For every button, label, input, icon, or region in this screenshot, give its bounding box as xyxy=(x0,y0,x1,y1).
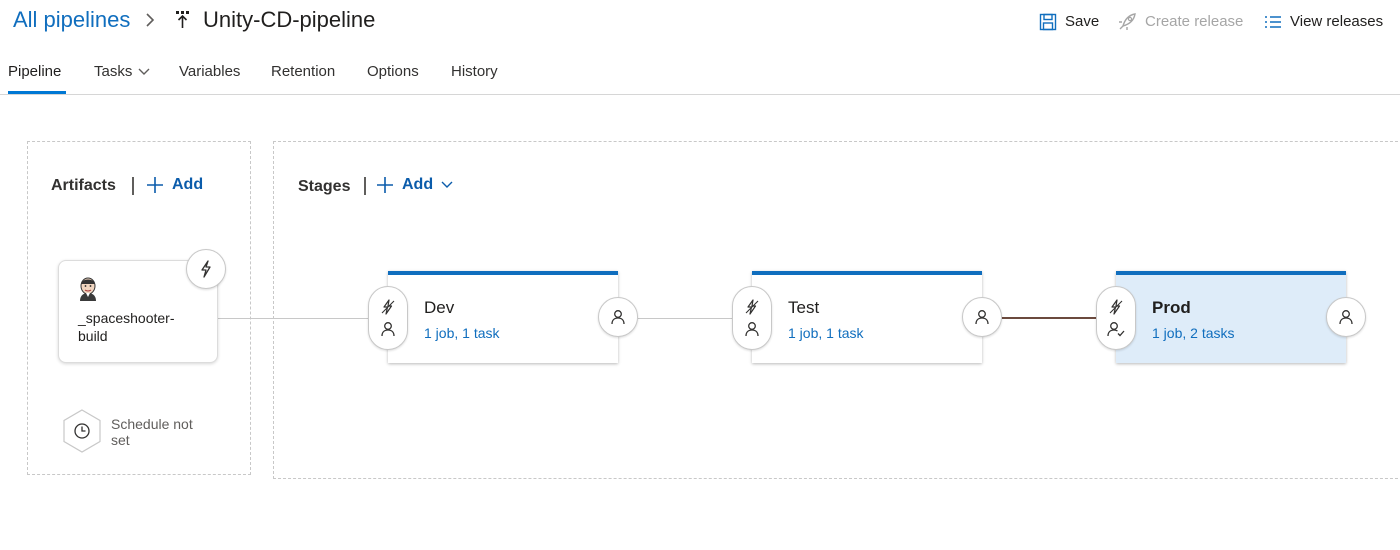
breadcrumb-all-pipelines[interactable]: All pipelines xyxy=(13,6,130,34)
save-label: Save xyxy=(1065,13,1100,30)
person-approval-icon xyxy=(1107,321,1125,337)
chevron-right-icon xyxy=(143,11,157,29)
release-pipeline-icon xyxy=(175,10,191,30)
rocket-icon xyxy=(1117,12,1137,32)
post-deployment-conditions-dev[interactable] xyxy=(598,297,638,337)
person-icon xyxy=(1338,309,1354,325)
stage-card-dev[interactable] xyxy=(388,271,618,363)
jenkins-icon xyxy=(77,277,99,301)
tab-options[interactable]: Options xyxy=(367,62,419,82)
add-stage-label: Add xyxy=(402,176,434,193)
add-artifact-button[interactable]: Add xyxy=(146,174,203,196)
schedule-button[interactable] xyxy=(61,408,103,454)
stage-name: Prod xyxy=(1152,298,1191,317)
artifacts-title: Artifacts xyxy=(51,177,116,194)
person-icon xyxy=(610,309,626,325)
artifact-name: _spaceshooter-build xyxy=(78,310,175,344)
stage-name: Test xyxy=(788,298,820,317)
add-stage-button[interactable]: Add xyxy=(376,174,453,196)
stages-title: Stages xyxy=(298,178,351,195)
schedule-label: Schedule not set xyxy=(111,416,193,448)
lightning-slash-icon xyxy=(744,299,760,315)
stage-summary-link[interactable]: 1 job, 1 task xyxy=(424,324,500,342)
plus-icon xyxy=(376,176,394,194)
tab-retention[interactable]: Retention xyxy=(271,62,335,82)
dev-to-test-connector xyxy=(638,318,734,319)
tab-tasks[interactable]: Tasks xyxy=(94,62,150,82)
artifacts-divider xyxy=(132,177,134,195)
post-deployment-conditions-prod[interactable] xyxy=(1326,297,1366,337)
person-icon xyxy=(380,321,396,337)
pre-deployment-conditions-test[interactable] xyxy=(732,286,772,350)
stage-card-test[interactable] xyxy=(752,271,982,363)
tab-tasks-label: Tasks xyxy=(94,63,133,80)
lightning-icon xyxy=(199,260,213,278)
stage-card-prod[interactable] xyxy=(1116,271,1346,363)
view-releases-label: View releases xyxy=(1290,13,1384,30)
chevron-down-icon xyxy=(441,181,453,189)
create-release-button[interactable]: Create release xyxy=(1117,12,1243,32)
stages-divider xyxy=(364,177,366,195)
tab-divider xyxy=(0,94,1400,95)
create-release-label: Create release xyxy=(1145,13,1244,30)
stage-summary-link[interactable]: 1 job, 2 tasks xyxy=(1152,324,1235,342)
plus-icon xyxy=(146,176,164,194)
test-to-prod-connector xyxy=(1002,317,1098,319)
person-icon xyxy=(744,321,760,337)
view-releases-button[interactable]: View releases xyxy=(1264,12,1383,32)
artifact-to-dev-connector xyxy=(218,318,370,319)
clock-icon xyxy=(61,408,103,454)
tab-variables[interactable]: Variables xyxy=(179,62,240,82)
lightning-slash-icon xyxy=(1108,299,1124,315)
list-icon xyxy=(1264,14,1282,30)
stage-summary-link[interactable]: 1 job, 1 task xyxy=(788,324,864,342)
continuous-deployment-trigger-button[interactable] xyxy=(186,249,226,289)
person-icon xyxy=(974,309,990,325)
tab-history[interactable]: History xyxy=(451,62,498,82)
save-icon xyxy=(1039,13,1057,31)
add-artifact-label: Add xyxy=(172,176,204,193)
post-deployment-conditions-test[interactable] xyxy=(962,297,1002,337)
tab-pipeline[interactable]: Pipeline xyxy=(8,62,61,82)
page-title: Unity-CD-pipeline xyxy=(203,7,376,32)
pre-deployment-conditions-dev[interactable] xyxy=(368,286,408,350)
stage-name: Dev xyxy=(424,298,455,317)
pre-deployment-conditions-prod[interactable] xyxy=(1096,286,1136,350)
chevron-down-icon xyxy=(138,68,150,76)
lightning-slash-icon xyxy=(380,299,396,315)
save-button[interactable]: Save xyxy=(1039,12,1099,32)
